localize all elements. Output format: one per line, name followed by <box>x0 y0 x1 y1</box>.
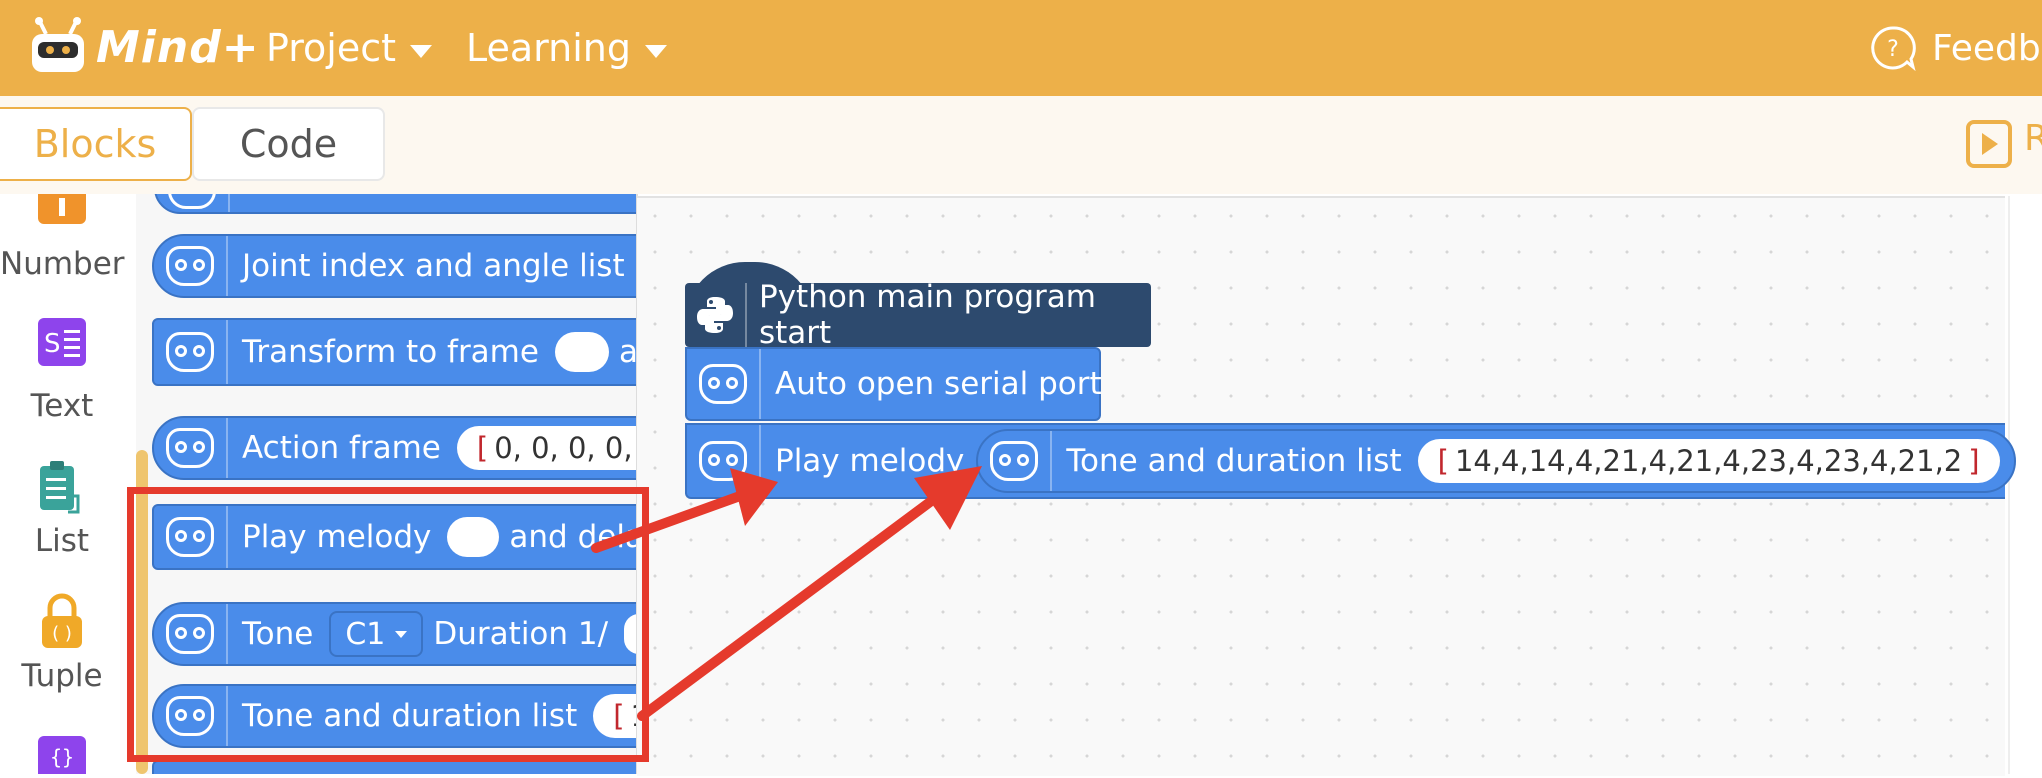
learning-menu[interactable]: Learning <box>466 22 667 74</box>
feedback-button[interactable]: ? Feedba <box>1870 22 2042 74</box>
tone-list-value[interactable]: [14,4,14,4,21,4,21,4,23,4,23,4,21,2] <box>1417 439 2000 483</box>
partial-block[interactable] <box>152 760 636 774</box>
tone-list-value-text: 14,4,14,4,21,4,21,4,23,4,23,4,21,2 <box>1454 444 1963 478</box>
lock-icon[interactable]: ( ) <box>38 592 86 648</box>
play-melody-tail: and <box>2025 443 2042 479</box>
action-frame-label: Action frame <box>242 430 441 466</box>
action-frame-block[interactable]: Action frame [0, 0, 0, 0, 0 <box>152 416 636 480</box>
list-icon[interactable] <box>38 460 86 514</box>
transform-frame-tail: an <box>618 334 638 370</box>
owl-icon <box>168 194 216 209</box>
play-melody-label: Play melody <box>775 443 965 479</box>
python-icon <box>685 283 747 347</box>
bracket-close: ] <box>1968 444 1980 478</box>
partial-block[interactable] <box>154 194 636 214</box>
dict-icon[interactable]: {} <box>38 736 86 774</box>
python-start-label: Python main program start <box>759 279 1096 351</box>
category-list[interactable]: List <box>0 523 124 559</box>
number-icon[interactable] <box>38 194 86 224</box>
owl-icon <box>699 441 747 481</box>
serial-block[interactable]: Auto open serial port <box>685 347 1102 421</box>
chevron-down-icon <box>644 44 667 58</box>
project-menu[interactable]: Project <box>266 22 433 74</box>
mindplus-logo-icon[interactable] <box>26 16 90 76</box>
category-text[interactable]: Text <box>0 388 124 424</box>
chevron-down-icon <box>410 44 433 58</box>
svg-text:?: ? <box>1887 37 1899 62</box>
value-slot[interactable] <box>554 332 609 372</box>
brand-name: Mind+ <box>96 22 260 73</box>
serial-label: Auto open serial port <box>775 366 1102 402</box>
transform-frame-block[interactable]: Transform to frame an <box>152 318 638 386</box>
action-frame-value-text: 0, 0, 0, 0, 0 <box>494 431 636 465</box>
tab-code[interactable]: Code <box>192 107 385 181</box>
category-tuple[interactable]: Tuple <box>0 658 124 694</box>
bracket-open: [ <box>1437 444 1449 478</box>
owl-icon <box>166 332 214 372</box>
run-icon[interactable] <box>1966 120 2012 168</box>
svg-text:{}: {} <box>50 745 74 769</box>
joint-list-label: Joint index and angle list <box>242 248 625 284</box>
joint-list-block[interactable]: Joint index and angle list <box>152 234 636 298</box>
owl-icon <box>990 441 1039 481</box>
svg-text:S: S <box>44 329 61 359</box>
transform-frame-label: Transform to frame <box>242 334 539 370</box>
svg-text:( ): ( ) <box>52 623 72 644</box>
highlight-box <box>127 487 649 762</box>
owl-icon <box>166 428 214 468</box>
action-frame-value[interactable]: [0, 0, 0, 0, 0 <box>456 426 636 470</box>
category-number[interactable]: Number <box>0 246 125 282</box>
tone-list-label: Tone and duration list <box>1066 443 1402 479</box>
play-melody-block-workspace[interactable]: Play melody Tone and duration list [14,4… <box>685 423 2042 499</box>
right-panel <box>2008 196 2042 774</box>
learning-menu-label: Learning <box>466 26 631 70</box>
tab-blocks[interactable]: Blocks <box>0 107 192 181</box>
run-label[interactable]: R <box>2024 118 2042 159</box>
feedback-label: Feedba <box>1932 27 2042 69</box>
project-menu-label: Project <box>266 26 397 70</box>
bracket-open: [ <box>476 431 489 465</box>
owl-icon <box>699 364 747 404</box>
tone-list-reporter[interactable]: Tone and duration list [14,4,14,4,21,4,2… <box>976 429 2016 493</box>
owl-icon <box>166 246 214 286</box>
python-start-block[interactable]: Python main program start <box>685 279 1151 351</box>
text-icon[interactable]: S <box>38 318 86 366</box>
feedback-icon: ? <box>1871 26 1916 71</box>
